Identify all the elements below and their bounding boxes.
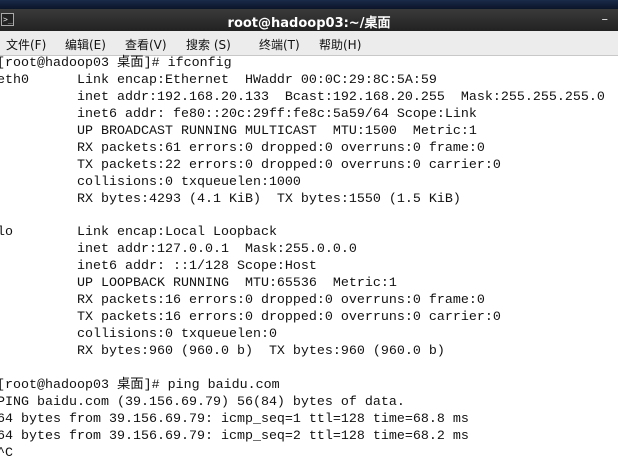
minimize-button[interactable]: – — [602, 12, 609, 27]
terminal-line: RX bytes:960 (960.0 b) TX bytes:960 (960… — [0, 343, 445, 359]
terminal-output[interactable]: [root@hadoop03 桌面]# ifconfig eth0 Link en… — [0, 56, 618, 462]
terminal-line: inet6 addr: ::1/128 Scope:Host — [0, 259, 317, 275]
menu-bar: 文件(F) 编辑(E) 查看(V) 搜索 (S) 终端(T) 帮助(H) — [0, 31, 618, 56]
menu-help[interactable]: 帮助(H) — [319, 36, 361, 53]
terminal-line: 64 bytes from 39.156.69.79: icmp_seq=2 t… — [0, 428, 469, 444]
terminal-line: [root@hadoop03 桌面]# ping baidu.com — [0, 377, 280, 393]
terminal-line: inet6 addr: fe80::20c:29ff:fe8c:5a59/64 … — [0, 106, 477, 122]
menu-edit[interactable]: 编辑(E) — [65, 36, 106, 53]
terminal-line: UP LOOPBACK RUNNING MTU:65536 Metric:1 — [0, 276, 397, 292]
window-titlebar[interactable]: >_ root@hadoop03:~/桌面 – — [0, 9, 618, 31]
window-title: root@hadoop03:~/桌面 — [227, 16, 391, 31]
terminal-line: inet addr:127.0.0.1 Mask:255.0.0.0 — [0, 242, 357, 258]
terminal-line: lo Link encap:Local Loopback — [0, 225, 277, 241]
menu-terminal[interactable]: 终端(T) — [259, 36, 300, 53]
terminal-line: ^C — [0, 445, 13, 461]
terminal-line: RX bytes:4293 (4.1 KiB) TX bytes:1550 (1… — [0, 191, 461, 207]
terminal-line: RX packets:16 errors:0 dropped:0 overrun… — [0, 293, 485, 309]
terminal-line: eth0 Link encap:Ethernet HWaddr 00:0C:29… — [0, 72, 437, 88]
terminal-line: collisions:0 txqueuelen:0 — [0, 327, 277, 342]
terminal-line: TX packets:22 errors:0 dropped:0 overrun… — [0, 157, 501, 173]
terminal-line: collisions:0 txqueuelen:1000 — [0, 174, 301, 190]
terminal-line: inet addr:192.168.20.133 Bcast:192.168.2… — [0, 89, 605, 105]
menu-search[interactable]: 搜索 (S) — [186, 36, 231, 53]
terminal-line: PING baidu.com (39.156.69.79) 56(84) byt… — [0, 394, 405, 410]
terminal-line: TX packets:16 errors:0 dropped:0 overrun… — [0, 310, 501, 326]
terminal-line: RX packets:61 errors:0 dropped:0 overrun… — [0, 140, 485, 156]
terminal-line: [root@hadoop03 桌面]# ifconfig — [0, 56, 232, 71]
terminal-line: 64 bytes from 39.156.69.79: icmp_seq=1 t… — [0, 411, 469, 427]
terminal-line: UP BROADCAST RUNNING MULTICAST MTU:1500 … — [0, 123, 477, 139]
menu-file[interactable]: 文件(F) — [6, 36, 46, 53]
desktop-top-panel — [0, 0, 618, 9]
menu-view[interactable]: 查看(V) — [125, 36, 167, 53]
